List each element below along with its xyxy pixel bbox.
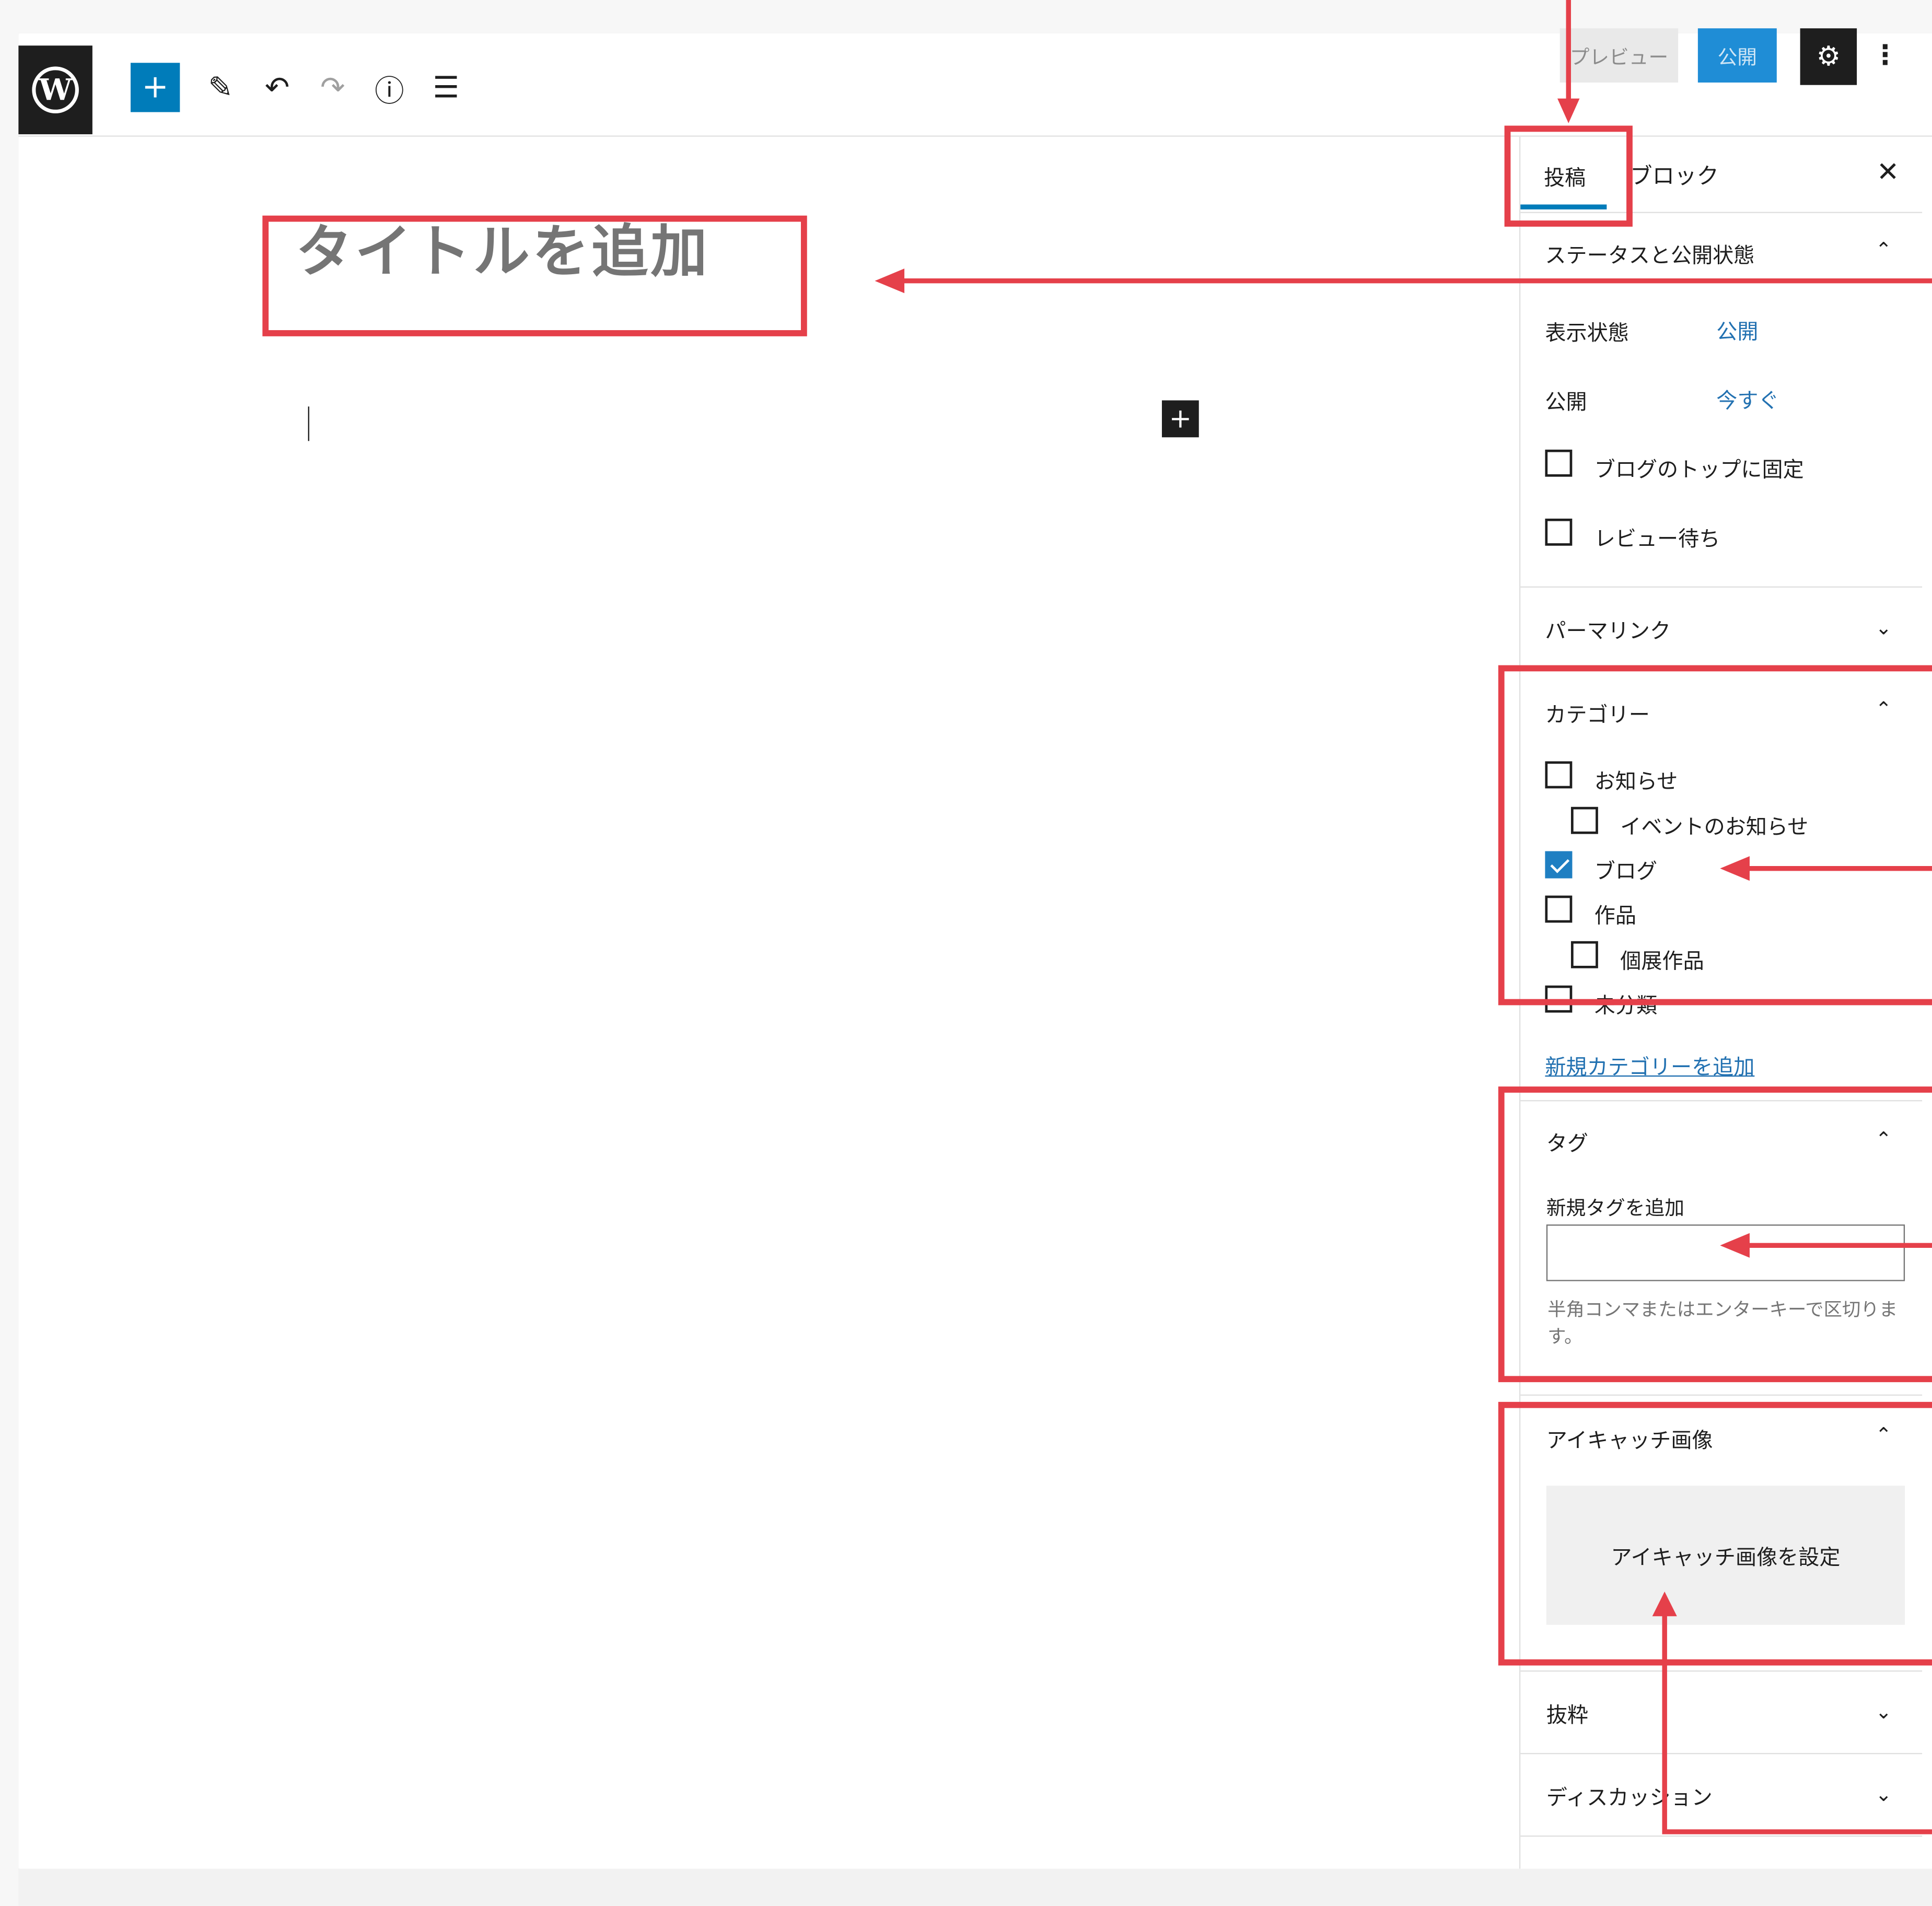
arrow-to-featured-image [1662,1613,1932,1834]
annotation-arrows [875,0,1932,1834]
